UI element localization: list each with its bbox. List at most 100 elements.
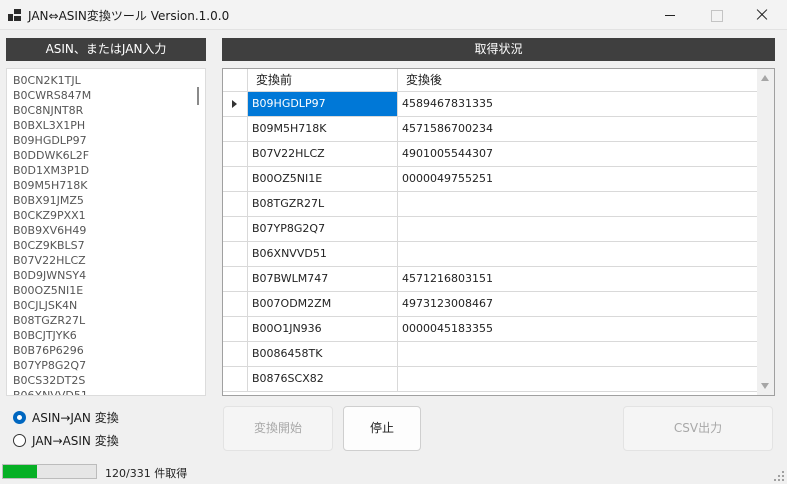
row-header[interactable] <box>223 142 248 167</box>
current-row-arrow-icon <box>232 100 237 108</box>
grid-header: 変換前 変換後 <box>223 69 758 92</box>
maximize-button[interactable] <box>693 0 739 30</box>
start-conversion-button[interactable]: 変換開始 <box>223 406 333 451</box>
radio-jan-to-asin[interactable]: JAN→ASIN 変換 <box>13 431 119 449</box>
cell-before[interactable]: B06XNVVD51 <box>248 242 398 267</box>
cell-before[interactable]: B07BWLM747 <box>248 267 398 292</box>
results-grid[interactable]: 変換前 変換後 B09HGDLP97 4589467831335 B09M5H718… <box>222 68 775 396</box>
row-header[interactable] <box>223 242 248 267</box>
input-line: B07YP8G2Q7 <box>13 359 87 372</box>
row-header[interactable] <box>223 92 248 117</box>
row-header[interactable] <box>223 267 248 292</box>
cell-after[interactable]: 4589467831335 <box>398 92 758 117</box>
column-header-after[interactable]: 変換後 <box>398 69 758 92</box>
input-line: B0BX91JMZ5 <box>13 194 84 207</box>
input-line: B09HGDLP97 <box>13 134 87 147</box>
input-line: B0D1XM3P1D <box>13 164 90 177</box>
close-button[interactable] <box>739 0 785 30</box>
cell-after[interactable]: 4571216803151 <box>398 267 758 292</box>
table-row[interactable]: B09HGDLP97 4589467831335 <box>223 92 758 117</box>
cell-before[interactable]: B0086458TK <box>248 342 398 367</box>
table-row[interactable]: B07V22HLCZ 4901005544307 <box>223 142 758 167</box>
cell-before[interactable]: B007ODM2ZM <box>248 292 398 317</box>
input-line: B0D9JWNSY4 <box>13 269 87 282</box>
row-header[interactable] <box>223 117 248 142</box>
cell-before[interactable]: B07V22HLCZ <box>248 142 398 167</box>
code-input-textarea[interactable]: B0CN2K1TJL B0CWRS847M B0C8NJNT8R B0BXL3X1PH… <box>6 68 206 396</box>
row-header[interactable] <box>223 167 248 192</box>
cell-before[interactable]: B07YP8G2Q7 <box>248 217 398 242</box>
status-panel-header: 取得状況 <box>222 38 775 61</box>
table-row[interactable]: B08TGZR27L <box>223 192 758 217</box>
row-header[interactable] <box>223 192 248 217</box>
radio-indicator[interactable] <box>13 410 26 424</box>
input-line: B0CZ9KBLS7 <box>13 239 85 252</box>
cell-after[interactable]: 0000045183355 <box>398 317 758 342</box>
input-scrollbar[interactable] <box>193 69 205 395</box>
table-row[interactable]: B00O1JN936 0000045183355 <box>223 317 758 342</box>
input-line: B0CJLJSK4N <box>13 299 78 312</box>
progress-bar <box>2 464 97 479</box>
input-scroll-thumb[interactable] <box>197 87 199 105</box>
cell-after[interactable]: 4571586700234 <box>398 117 758 142</box>
input-line: B0C8NJNT8R <box>13 104 84 117</box>
cell-before[interactable]: B09HGDLP97 <box>248 92 398 117</box>
row-header[interactable] <box>223 342 248 367</box>
scroll-up-arrow-icon[interactable] <box>761 75 769 81</box>
input-line: B0CKZ9PXX1 <box>13 209 86 222</box>
cell-after[interactable] <box>398 242 758 267</box>
input-line: B0BXL3X1PH <box>13 119 86 132</box>
input-line: B0B9XV6H49 <box>13 224 87 237</box>
stop-button[interactable]: 停止 <box>343 406 421 451</box>
cell-after[interactable]: 0000049755251 <box>398 167 758 192</box>
cell-after[interactable] <box>398 367 758 392</box>
minimize-button[interactable] <box>647 0 693 30</box>
table-row[interactable]: B00OZ5NI1E 0000049755251 <box>223 167 758 192</box>
cell-before[interactable]: B08TGZR27L <box>248 192 398 217</box>
table-row[interactable]: B06XNVVD51 <box>223 242 758 267</box>
cell-after[interactable]: 4901005544307 <box>398 142 758 167</box>
table-row[interactable]: B07YP8G2Q7 <box>223 217 758 242</box>
status-text: 120/331 件取得 <box>105 467 188 480</box>
table-row[interactable]: B007ODM2ZM 4973123008467 <box>223 292 758 317</box>
cell-after[interactable]: 4973123008467 <box>398 292 758 317</box>
table-row[interactable]: B07BWLM747 4571216803151 <box>223 267 758 292</box>
input-line: B07V22HLCZ <box>13 254 86 267</box>
radio-label: JAN→ASIN 変換 <box>32 433 119 448</box>
table-row[interactable]: B09M5H718K 4571586700234 <box>223 117 758 142</box>
input-line: B0BCJTJYK6 <box>13 329 77 342</box>
resize-grip-icon[interactable] <box>774 471 784 481</box>
window-title: JAN⇔ASIN変換ツール Version.1.0.0 <box>28 9 230 23</box>
radio-label: ASIN→JAN 変換 <box>32 410 119 425</box>
radio-asin-to-jan[interactable]: ASIN→JAN 変換 <box>13 408 119 426</box>
app-icon <box>8 9 21 21</box>
csv-export-button[interactable]: CSV出力 <box>623 406 773 451</box>
input-line: B00OZ5NI1E <box>13 284 84 297</box>
row-header[interactable] <box>223 317 248 342</box>
row-header[interactable] <box>223 217 248 242</box>
cell-before[interactable]: B0876SCX82 <box>248 367 398 392</box>
cell-before[interactable]: B09M5H718K <box>248 117 398 142</box>
progress-fill <box>3 465 37 478</box>
table-row[interactable]: B0086458TK <box>223 342 758 367</box>
grid-scrollbar[interactable] <box>757 69 774 395</box>
cell-after[interactable] <box>398 217 758 242</box>
input-line: B09M5H718K <box>13 179 88 192</box>
cell-after[interactable] <box>398 192 758 217</box>
input-panel-header: ASIN、またはJAN入力 <box>6 38 206 61</box>
grid-corner-cell <box>223 69 248 92</box>
status-bar: 120/331 件取得 <box>0 461 787 484</box>
input-line: B0CS32DT2S <box>13 374 86 387</box>
input-line: B0DDWK6L2F <box>13 149 90 162</box>
cell-before[interactable]: B00O1JN936 <box>248 317 398 342</box>
column-header-before[interactable]: 変換前 <box>248 69 398 92</box>
table-row[interactable]: B0876SCX82 <box>223 367 758 392</box>
row-header[interactable] <box>223 292 248 317</box>
grid-body: B09HGDLP97 4589467831335 B09M5H718K 4571586… <box>223 92 758 392</box>
input-line: B08TGZR27L <box>13 314 86 327</box>
cell-after[interactable] <box>398 342 758 367</box>
scroll-down-arrow-icon[interactable] <box>761 383 769 389</box>
radio-indicator[interactable] <box>13 433 26 447</box>
cell-before[interactable]: B00OZ5NI1E <box>248 167 398 192</box>
row-header[interactable] <box>223 367 248 392</box>
